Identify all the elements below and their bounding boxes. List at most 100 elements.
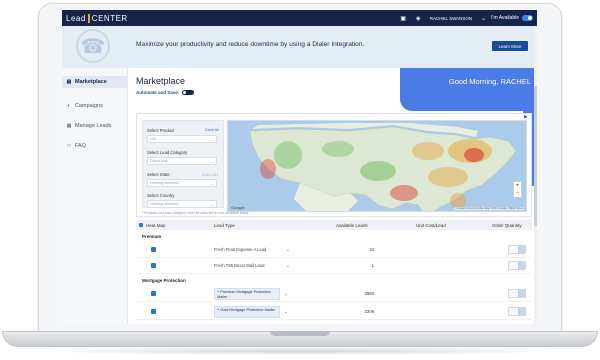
- table-row: + Premium Mortgage Protection Mailer ⌄ 3…: [136, 286, 532, 302]
- quantity-stepper[interactable]: [508, 307, 526, 316]
- stepper-button[interactable]: [518, 246, 525, 253]
- heat-west: [274, 141, 302, 169]
- chevron-down-icon: ⌄: [210, 159, 214, 164]
- col-lead-type: Lead Type: [214, 222, 235, 228]
- top-navbar: Lead CENTER ▣ ◈ RACHEL SWANSON ⌄ I'm Ava…: [62, 10, 537, 26]
- map-zoom-control: + −: [513, 181, 522, 198]
- leads-table: Heat Map Lead Type Available Leads Unit …: [136, 220, 532, 324]
- heatmap-checkbox[interactable]: [151, 309, 156, 314]
- zoom-out-button[interactable]: −: [516, 190, 520, 196]
- brand-logo[interactable]: Lead CENTER: [66, 13, 128, 23]
- table-header: Heat Map Lead Type Available Leads Unit …: [136, 220, 532, 230]
- heat-southeast: [428, 167, 468, 187]
- availability-label: I'm Available: [491, 15, 519, 21]
- sidebar-item-campaigns[interactable]: ◐ Campaigns: [62, 100, 128, 112]
- campaign-icon: ◐: [67, 103, 71, 109]
- heatmap-checkbox[interactable]: [151, 291, 156, 296]
- heat-northeast-core: [464, 148, 484, 162]
- heat-texas: [390, 185, 418, 201]
- category-select[interactable]: Direct Mail ⌄: [147, 157, 217, 165]
- category-value: Direct Mail: [150, 159, 168, 163]
- main-content: Good Morning, RACHEL Marketplace Automat…: [128, 68, 537, 324]
- section-heading: Premium: [142, 234, 162, 239]
- zoom-in-button[interactable]: +: [516, 183, 520, 189]
- heat-midwest: [412, 142, 444, 160]
- country-value: Nothing selected: [150, 202, 179, 206]
- filter-note: * Product not Lead Category must be sele…: [142, 211, 249, 215]
- scrollbar-thumb[interactable]: [534, 86, 537, 226]
- page-scrollbar[interactable]: [534, 26, 537, 324]
- heatmap-checkbox[interactable]: [151, 247, 156, 252]
- quantity-stepper[interactable]: [508, 245, 526, 254]
- lead-type: Gold Mortgage Protection Mailer: [220, 308, 275, 312]
- sidebar-item-manage-leads[interactable]: ▦ Manage Leads: [62, 120, 128, 132]
- logo-left-text: Lead: [66, 13, 86, 23]
- sidebar-item-label: FAQ: [75, 143, 87, 149]
- lead-type: Fresh Final Expense A Lead: [214, 247, 267, 252]
- table-row: + Gold Mortgage Protection Mailer ⌄ 2209: [136, 304, 532, 320]
- table-row: Fresh T65 Direct Mail Lead ⌄ 1: [136, 258, 532, 274]
- user-menu[interactable]: RACHEL SWANSON: [430, 16, 472, 21]
- learn-more-button[interactable]: Learn More: [492, 41, 528, 51]
- plus-icon: +: [217, 308, 220, 312]
- heatmap-checkbox[interactable]: [151, 263, 156, 268]
- filter-panel: Select Product Clear All Life ⌄ Select L…: [142, 120, 224, 208]
- automate-row: Automate and Save:: [136, 90, 195, 95]
- heat-north-plains: [322, 141, 354, 157]
- heat-california: [260, 159, 276, 179]
- quantity-stepper[interactable]: [508, 289, 526, 298]
- available-count: 1: [371, 263, 374, 268]
- lead-type-chip[interactable]: + Gold Mortgage Protection Mailer: [214, 306, 280, 318]
- chevron-down-icon[interactable]: ⌄: [286, 247, 290, 253]
- automate-toggle[interactable]: [182, 90, 195, 95]
- promo-banner: ☎ Maximize your productivity and reduce …: [62, 26, 537, 74]
- chevron-down-icon[interactable]: ⌄: [286, 263, 290, 269]
- page-title: Marketplace: [136, 76, 186, 86]
- sidebar-item-faq[interactable]: □ FAQ: [62, 140, 128, 152]
- storefront-icon: ▤: [66, 79, 72, 85]
- filter-card: ⚑ Select Product Clear All Life ⌄ Select…: [136, 113, 532, 217]
- stepper-button[interactable]: [518, 262, 525, 269]
- col-available: Available Leads: [336, 222, 368, 228]
- plus-icon: +: [217, 290, 220, 294]
- sidebar-item-label: Manage Leads: [75, 123, 112, 129]
- google-logo: Google: [231, 205, 245, 210]
- chevron-down-icon[interactable]: ⌄: [479, 14, 488, 23]
- col-heatmap: Heat Map: [146, 222, 166, 228]
- heat-map[interactable]: Google + − Keyboard shortcuts Map data ©…: [227, 120, 527, 212]
- available-count: 3983: [364, 291, 374, 296]
- heatmap-checkbox-all[interactable]: [139, 222, 143, 227]
- greeting-panel: Good Morning, RACHEL: [400, 68, 537, 111]
- section-heading: Mortgage Protection: [142, 278, 186, 283]
- chevron-down-icon[interactable]: ⌄: [284, 291, 288, 297]
- phone-icon: ☎: [76, 29, 110, 63]
- availability-toggle[interactable]: [522, 15, 533, 21]
- product-label: Select Product: [147, 128, 175, 133]
- cart-icon[interactable]: ▣: [399, 14, 408, 23]
- table-row: Fresh Final Expense A Lead ⌄ 23: [136, 242, 532, 258]
- state-select[interactable]: Nothing selected ⌄: [147, 179, 217, 187]
- laptop-notch: [270, 331, 330, 336]
- logo-right-text: CENTER: [91, 13, 128, 23]
- stepper-button[interactable]: [518, 308, 525, 315]
- chevron-down-icon[interactable]: ⌄: [284, 309, 288, 315]
- country-label: Select Country: [147, 193, 175, 198]
- quantity-stepper[interactable]: [508, 261, 526, 270]
- lead-type-chip[interactable]: + Premium Mortgage Protection Mailer: [214, 288, 280, 300]
- lead-type: Premium Mortgage Protection Mailer: [217, 290, 271, 299]
- sidebar-item-marketplace[interactable]: ▤ Marketplace: [62, 76, 128, 88]
- product-value: Life: [150, 137, 157, 141]
- available-count: 23: [369, 247, 374, 252]
- map-canvas: [228, 121, 526, 211]
- chevron-down-icon: ⌄: [210, 202, 214, 207]
- stepper-button[interactable]: [518, 290, 525, 297]
- lead-type: Fresh T65 Direct Mail Lead: [214, 263, 265, 268]
- country-select[interactable]: Nothing selected ⌄: [147, 200, 217, 208]
- bell-icon[interactable]: ◈: [414, 14, 423, 23]
- select-all-link[interactable]: Select ALL: [202, 173, 219, 177]
- col-unit-cost: Unit Cost/Lead: [416, 222, 446, 228]
- sidebar: ▤ Marketplace ◐ Campaigns ▦ Manage Leads…: [62, 68, 128, 324]
- clear-all-link[interactable]: Clear All: [205, 128, 219, 132]
- product-select[interactable]: Life ⌄: [147, 135, 217, 143]
- leads-icon: ▦: [66, 123, 72, 129]
